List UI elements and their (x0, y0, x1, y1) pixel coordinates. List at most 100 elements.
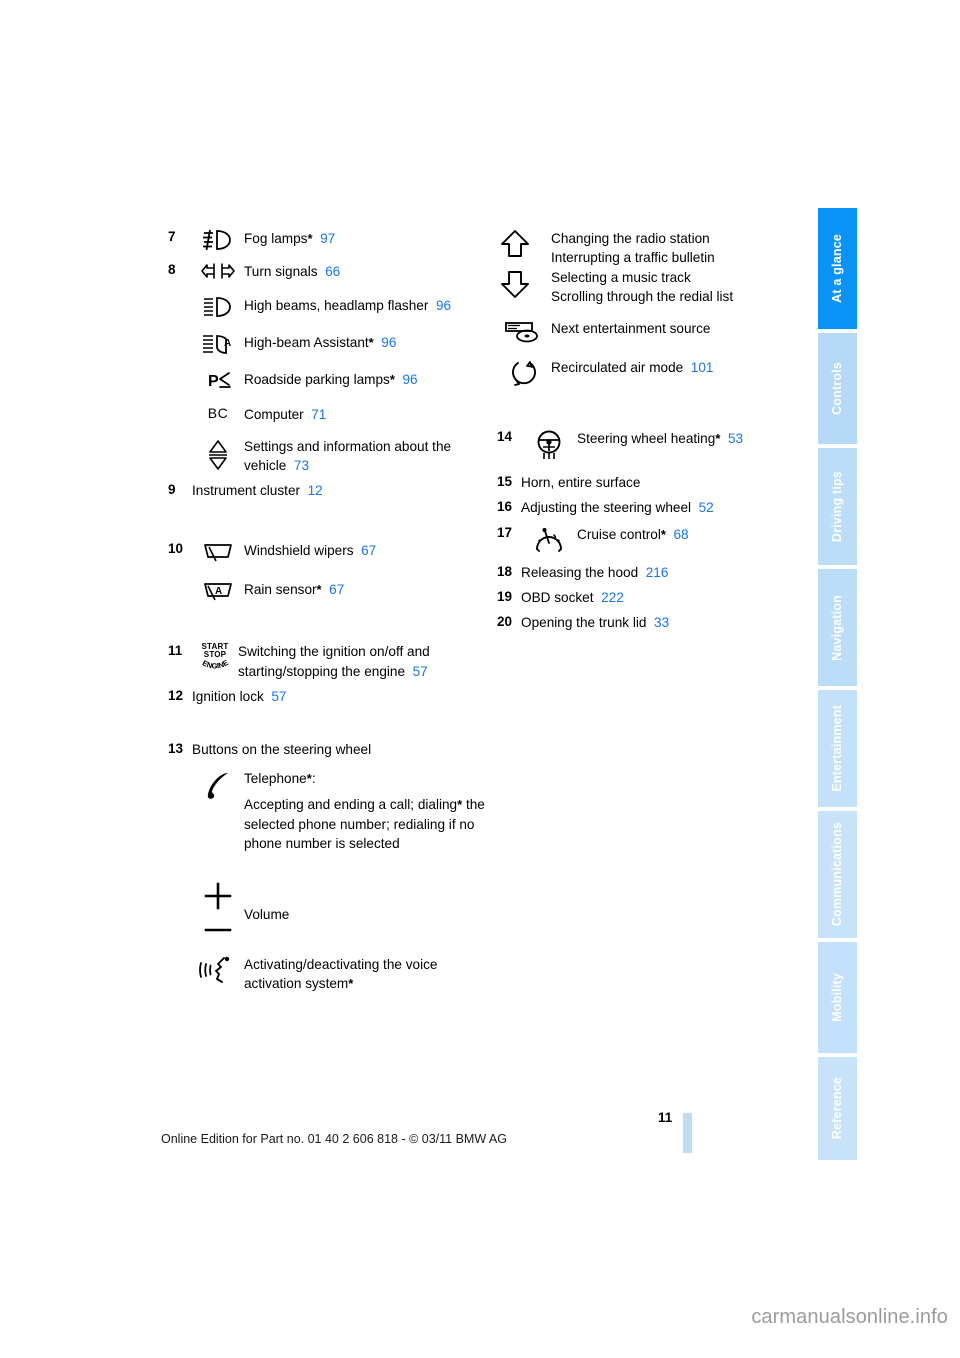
list-item-text: Volume (244, 881, 498, 924)
page-ref[interactable]: 71 (311, 407, 326, 422)
optional-asterisk: * (307, 231, 313, 246)
item-number: 20 (497, 614, 513, 630)
item-label: Releasing the hood (521, 564, 639, 580)
sidebar-item-communications[interactable]: Communications (818, 810, 857, 938)
sidebar-item-mobility[interactable]: Mobility (818, 941, 857, 1053)
page-ref[interactable]: 68 (673, 527, 688, 542)
page-ref[interactable]: 97 (320, 231, 335, 246)
list-item: Telephone*: Accepting and ending a call;… (168, 768, 498, 854)
telephone-icon (192, 768, 244, 803)
page-ref[interactable]: 73 (294, 458, 309, 473)
list-item: High beams, headlamp flasher 96 (168, 295, 498, 318)
telephone-title-suffix: : (311, 770, 316, 786)
telephone-body: Accepting and ending a call; dialing* th… (244, 795, 498, 853)
optional-asterisk: * (368, 335, 374, 351)
item-label: Steering wheel heating (577, 431, 716, 447)
arrow-updown-icon-group (497, 228, 551, 299)
optional-asterisk: * (715, 431, 721, 447)
list-item-text: Changing the radio station Interrupting … (551, 228, 807, 306)
svg-text:P: P (208, 373, 219, 390)
list-item-text: Rain sensor* 67 (244, 579, 498, 599)
page-ref[interactable]: 222 (601, 590, 624, 605)
list-item: Recirculated air mode 101 (497, 357, 807, 388)
sidebar-item-driving-tips[interactable]: Driving tips (818, 447, 857, 565)
rain-sensor-icon: A (192, 579, 244, 602)
sidebar-item-controls[interactable]: Controls (818, 332, 857, 444)
list-item: 15 Horn, entire surface (497, 473, 807, 492)
list-item: 12 Ignition lock 57 (168, 687, 498, 706)
item-number: 17 (497, 524, 513, 540)
list-item-text: Steering wheel heating* 53 (577, 428, 807, 448)
arrow-line-0: Changing the radio station (551, 231, 710, 246)
list-item-text: Adjusting the steering wheel 52 (521, 498, 807, 517)
item-label: Adjusting the steering wheel (521, 500, 692, 516)
list-item-text: Recirculated air mode 101 (551, 357, 807, 377)
list-item-text: Activating/deactivating the voice activa… (244, 954, 498, 994)
list-item: 17 Cruise control* 68 (497, 524, 807, 555)
sidebar-item-navigation[interactable]: Navigation (818, 568, 857, 686)
list-item-text: Switching the ignition on/off and starti… (238, 642, 498, 681)
sidebar-item-reference[interactable]: Reference (818, 1056, 857, 1160)
sidebar-item-at-a-glance[interactable]: At a glance (818, 208, 857, 329)
list-item: P Roadside parking lamps* 96 (168, 369, 498, 390)
arrow-line-1: Interrupting a traffic bulletin (551, 250, 715, 266)
page-ref[interactable]: 52 (699, 500, 714, 515)
page-ref[interactable]: 66 (325, 264, 340, 279)
windshield-wipers-icon (192, 540, 244, 563)
page-ref[interactable]: 67 (329, 582, 344, 597)
item-label: Activating/deactivating the voice activa… (244, 957, 438, 992)
bc-glyph: BC (207, 405, 229, 422)
page-ref[interactable]: 12 (308, 483, 323, 498)
page-ref[interactable]: 101 (691, 360, 714, 375)
item-number: 16 (497, 499, 513, 515)
item-number: 12 (168, 688, 184, 704)
page-ref[interactable]: 57 (271, 689, 286, 704)
list-item-text: High beams, headlamp flasher 96 (244, 295, 498, 315)
list-item: 10 Windshield wipers 67 (168, 540, 498, 563)
list-item: 8 Turn signals 66 (168, 261, 498, 281)
telephone-title-label: Telephone (244, 770, 307, 786)
list-item-text: Windshield wipers 67 (244, 540, 498, 560)
item-number: 18 (497, 563, 513, 579)
list-item-text: OBD socket 222 (521, 588, 807, 607)
list-item-text: Roadside parking lamps* 96 (244, 369, 498, 389)
item-label: OBD socket (521, 590, 594, 606)
list-item-text: Computer 71 (244, 404, 498, 424)
page-ref[interactable]: 67 (361, 543, 376, 558)
page-ref[interactable]: 96 (436, 298, 451, 313)
sidebar-item-entertainment[interactable]: Entertainment (818, 689, 857, 807)
list-item-text: Next entertainment source (551, 318, 807, 338)
page-ref[interactable]: 96 (402, 372, 417, 387)
list-item: 18 Releasing the hood 216 (497, 563, 807, 582)
page-ref[interactable]: 53 (728, 431, 743, 446)
settings-updown-icon (192, 437, 244, 472)
item-label: Buttons on the steering wheel (192, 742, 372, 758)
list-item: 19 OBD socket 222 (497, 588, 807, 607)
page-ref[interactable]: 96 (381, 335, 396, 350)
svg-text:ENGINE: ENGINE (201, 660, 230, 671)
item-label: Horn, entire surface (521, 475, 641, 491)
list-item: Next entertainment source (497, 318, 807, 345)
optional-asterisk: * (389, 372, 395, 388)
sidebar-item-label: Controls (830, 361, 845, 415)
item-label: Settings and information about the vehic… (244, 438, 452, 473)
list-item: 13 Buttons on the steering wheel (168, 740, 498, 759)
page-ref[interactable]: 33 (654, 615, 669, 630)
list-item: 20 Opening the trunk lid 33 (497, 613, 807, 632)
optional-asterisk: * (316, 582, 322, 598)
list-item: 9 Instrument cluster 12 (168, 481, 498, 500)
sidebar-item-label: Driving tips (830, 470, 845, 543)
voice-activation-icon (192, 954, 244, 985)
page-ref[interactable]: 57 (413, 664, 428, 679)
svg-text:A: A (224, 338, 231, 349)
list-item: BC Computer 71 (168, 404, 498, 424)
page-ref[interactable]: 216 (646, 565, 669, 580)
item-label: Cruise control (577, 526, 661, 542)
item-label: Roadside parking lamps (244, 372, 390, 388)
item-label: Next entertainment source (551, 321, 711, 337)
recirculated-air-icon (497, 357, 551, 388)
item-label: Opening the trunk lid (521, 615, 647, 631)
footer-marker-bar (683, 1113, 692, 1153)
list-item: 7 Fog lamps* 97 (168, 228, 498, 251)
arrow-line-3: Scrolling through the redial list (551, 288, 734, 304)
